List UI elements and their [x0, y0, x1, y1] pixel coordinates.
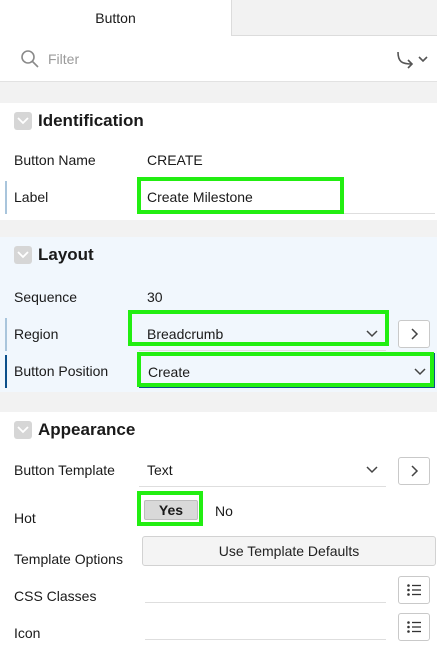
collapse-icon[interactable]	[14, 246, 32, 264]
button-position-value: Create	[148, 364, 191, 380]
list-icon	[407, 584, 421, 596]
css-classes-input[interactable]	[145, 580, 386, 600]
input-underline	[145, 639, 386, 640]
section-title: Appearance	[38, 420, 136, 439]
icon-picker-button[interactable]	[398, 613, 430, 641]
section-title: Layout	[38, 245, 94, 264]
spacer	[0, 220, 437, 237]
sequence-row: Sequence 30	[0, 279, 437, 316]
button-name-value: CREATE	[147, 152, 203, 168]
chevron-right-icon	[411, 328, 419, 340]
chevron-down-icon	[366, 466, 378, 474]
layout-section: Layout Sequence 30 Region Breadcrumb But…	[0, 237, 437, 392]
chevron-down-icon	[414, 368, 426, 376]
field-label: Template Options	[14, 551, 123, 567]
collapse-icon[interactable]	[14, 421, 32, 439]
sequence-value[interactable]: 30	[147, 289, 163, 305]
region-row: Region Breadcrumb	[0, 316, 437, 353]
identification-header[interactable]: Identification	[0, 103, 437, 139]
use-template-defaults-button[interactable]: Use Template Defaults	[142, 536, 436, 566]
filter-input[interactable]	[48, 48, 348, 70]
collapse-icon[interactable]	[14, 112, 32, 130]
chevron-right-icon	[411, 465, 419, 477]
filter-bar	[0, 36, 437, 82]
button-template-select[interactable]: Text	[139, 452, 386, 487]
input-underline	[145, 602, 386, 603]
field-label: Hot	[14, 510, 36, 526]
label-input[interactable]: Create Milestone	[139, 179, 435, 214]
search-icon	[21, 50, 39, 68]
identification-section: Identification Button Name CREATE Label …	[0, 103, 437, 220]
go-to-group-icon[interactable]	[392, 48, 430, 70]
button-template-row: Button Template Text	[0, 452, 437, 489]
section-title: Identification	[38, 111, 144, 130]
button-position-select[interactable]: Create	[139, 353, 435, 388]
field-label: Label	[14, 189, 49, 205]
label-input-value: Create Milestone	[147, 189, 253, 205]
hot-no-button[interactable]: No	[215, 503, 233, 519]
region-select[interactable]: Breadcrumb	[139, 316, 386, 351]
button-template-value: Text	[147, 462, 173, 478]
list-icon	[407, 621, 421, 633]
field-label: CSS Classes	[14, 588, 97, 604]
button-name-row: Button Name CREATE	[0, 142, 437, 179]
css-classes-picker-button[interactable]	[398, 576, 430, 604]
go-to-region-button[interactable]	[398, 320, 430, 348]
appearance-header[interactable]: Appearance	[0, 412, 437, 448]
field-label: Button Name	[14, 152, 96, 168]
chevron-down-icon	[366, 330, 378, 338]
field-label: Button Position	[14, 363, 109, 379]
region-select-value: Breadcrumb	[147, 326, 224, 342]
button-position-row: Button Position Create	[0, 353, 437, 390]
go-to-template-button[interactable]	[398, 457, 430, 485]
label-row: Label Create Milestone	[0, 179, 437, 216]
field-label: Button Template	[14, 462, 115, 478]
spacer	[0, 392, 437, 412]
layout-header[interactable]: Layout	[0, 237, 437, 273]
field-label: Region	[14, 326, 59, 342]
spacer	[0, 83, 437, 103]
field-label: Icon	[14, 625, 41, 641]
tab-bar: Button	[0, 0, 437, 36]
tab-button[interactable]: Button	[0, 0, 232, 36]
field-label: Sequence	[14, 289, 78, 305]
hot-yes-button[interactable]: Yes	[144, 500, 198, 520]
icon-input[interactable]	[145, 617, 386, 637]
